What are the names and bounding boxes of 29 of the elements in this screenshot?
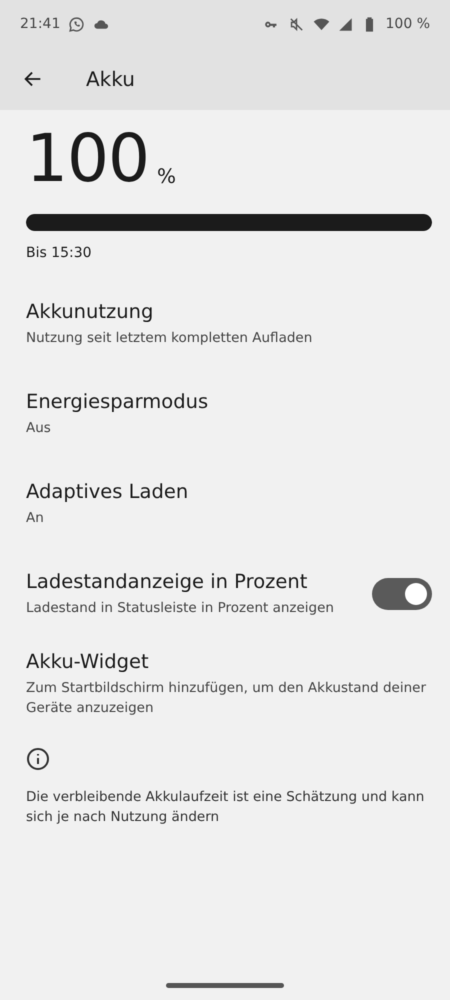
item-title: Ladestandanzeige in Prozent xyxy=(26,570,308,593)
item-title: Akku-Widget xyxy=(26,650,150,673)
item-title: Energiesparmodus xyxy=(26,390,210,413)
navigation-handle[interactable] xyxy=(166,983,284,988)
item-subtitle: Nutzung seit letztem kompletten Aufladen xyxy=(26,329,314,348)
footer-note: Die verbleibende Akkulaufzeit ist eine Schätzung und kann sich je nach Nutzung ändern xyxy=(26,788,426,827)
info-icon xyxy=(26,747,50,771)
battery-level-value: 100 xyxy=(26,126,149,192)
settings-item[interactable]: Akkunutzung Nutzung seit letztem kompletten Aufladen xyxy=(26,279,432,369)
item-subtitle: An xyxy=(26,509,45,528)
item-subtitle: Zum Startbildschirm hinzufügen, um den Akkustand deiner Geräte anzuzeigen xyxy=(26,679,427,718)
item-subtitle: Aus xyxy=(26,419,52,438)
battery-estimate: Bis 15:30 xyxy=(26,245,93,261)
settings-item[interactable]: Akku-Widget Zum Startbildschirm hinzufügen, um den Akkustand deiner Geräte anzuzeigen xyxy=(26,639,432,729)
wifi-icon xyxy=(312,16,330,32)
mute-icon xyxy=(288,16,305,32)
settings-item[interactable]: Adaptives Laden An xyxy=(26,459,432,549)
signal-icon xyxy=(338,16,353,32)
page-title: Akku xyxy=(86,67,135,91)
chat-bubble-icon xyxy=(68,16,86,32)
status-time: 21:41 xyxy=(20,16,60,32)
battery-percent: 100 % xyxy=(386,16,430,32)
percent-unit: % xyxy=(156,164,176,188)
item-subtitle: Ladestand in Statusleiste in Prozent anzeigen xyxy=(26,599,335,618)
settings-item[interactable]: Energiesparmodus Aus xyxy=(26,369,432,459)
item-title: Adaptives Laden xyxy=(26,480,190,503)
settings-item[interactable]: Ladestandanzeige in Prozent Ladestand in Statusleiste in Prozent anzeigen xyxy=(26,549,432,639)
item-title: Akkunutzung xyxy=(26,300,154,323)
toggle-switch[interactable] xyxy=(372,578,432,610)
